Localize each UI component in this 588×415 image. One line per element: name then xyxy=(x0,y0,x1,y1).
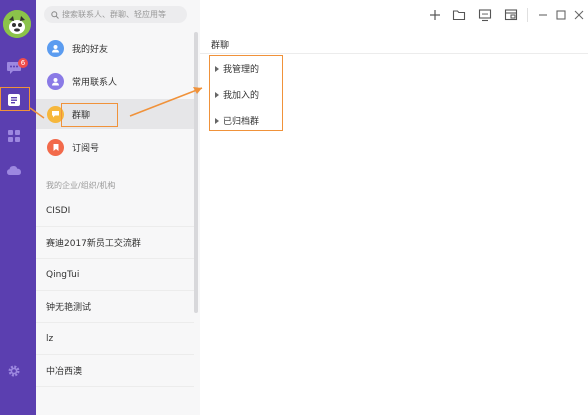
contact-item-label: 常用联系人 xyxy=(72,77,118,88)
contact-item-label: 我的好友 xyxy=(72,44,109,55)
org-section-title: 我的企业/组织/机构 xyxy=(46,181,116,190)
group-category-archived[interactable]: 已归档群 xyxy=(215,114,259,127)
close-icon[interactable] xyxy=(572,8,586,22)
group-category-label: 我管理的 xyxy=(223,65,260,75)
contact-item-frequent[interactable]: 常用联系人 xyxy=(36,66,194,96)
org-item[interactable]: 中冶西澳 xyxy=(36,355,194,387)
minimize-icon[interactable] xyxy=(536,8,550,22)
group-category-label: 已归档群 xyxy=(223,117,260,127)
org-item[interactable]: QingTui xyxy=(36,259,194,291)
contacts-panel: 搜索联系人、群聊、轻应用等 我的好友 常用联系人 群聊 订阅号 我的企业/组织/… xyxy=(36,0,200,415)
page-title: 群聊 xyxy=(211,41,230,51)
group-category-managed[interactable]: 我管理的 xyxy=(215,62,259,75)
contact-item-friends[interactable]: 我的好友 xyxy=(36,33,194,63)
group-category-joined[interactable]: 我加入的 xyxy=(215,88,259,101)
person-icon xyxy=(47,72,64,90)
expand-arrow-icon xyxy=(215,91,219,98)
window-mode-icon[interactable] xyxy=(504,8,518,22)
maximize-icon[interactable] xyxy=(554,8,568,22)
unread-badge: 6 xyxy=(18,58,28,68)
apps-grid-icon xyxy=(8,130,20,142)
group-panel: 群聊 我管理的 我加入的 已归档群 xyxy=(200,32,588,415)
avatar-image xyxy=(3,10,31,38)
cloud-icon xyxy=(7,166,21,175)
org-item[interactable]: 赛迪2017新员工交流群 xyxy=(36,227,194,259)
search-placeholder: 搜索联系人、群聊、轻应用等 xyxy=(62,10,166,19)
contacts-scrollbar[interactable] xyxy=(194,32,198,313)
avatar[interactable] xyxy=(3,10,31,38)
screen-share-icon[interactable] xyxy=(478,8,492,22)
expand-arrow-icon xyxy=(215,65,219,72)
org-item[interactable]: lz xyxy=(36,323,194,355)
org-item[interactable]: CISDI xyxy=(36,195,194,227)
person-icon xyxy=(47,39,64,57)
app-window: 6 搜索联系人、群聊、轻应用等 我的好友 常用联系人 群聊 订阅号 我的企业/组… xyxy=(0,0,588,415)
org-item[interactable]: 钟无艳测试 xyxy=(36,291,194,323)
groups-item-highlight xyxy=(61,103,118,127)
top-toolbar xyxy=(200,0,588,32)
settings-nav-button[interactable] xyxy=(4,361,24,381)
left-rail: 6 xyxy=(0,0,36,415)
contact-item-label: 订阅号 xyxy=(72,143,100,154)
folder-icon[interactable] xyxy=(452,8,466,22)
search-icon xyxy=(51,10,59,19)
apps-nav-button[interactable] xyxy=(4,126,24,146)
cloud-nav-button[interactable] xyxy=(4,160,24,180)
bookmark-icon xyxy=(47,138,64,156)
contacts-nav-highlight xyxy=(0,87,30,111)
contact-item-subscriptions[interactable]: 订阅号 xyxy=(36,132,194,162)
expand-arrow-icon xyxy=(215,117,219,124)
title-divider xyxy=(200,53,588,54)
add-icon[interactable] xyxy=(428,8,442,22)
search-input[interactable]: 搜索联系人、群聊、轻应用等 xyxy=(44,6,187,23)
gear-icon xyxy=(8,365,20,377)
group-category-label: 我加入的 xyxy=(223,91,260,101)
toolbar-divider xyxy=(527,8,528,22)
